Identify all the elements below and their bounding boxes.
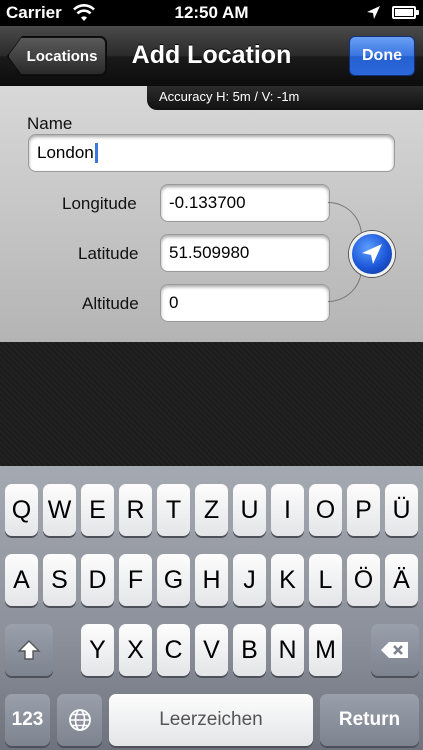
latitude-value: 51.509980 [169,243,250,262]
status-bar: Carrier 12:50 AM [0,0,423,26]
key-4[interactable]: R [119,484,152,536]
backspace-key[interactable] [371,624,419,676]
return-key[interactable]: Return [320,694,419,746]
latitude-input[interactable]: 51.509980 [160,234,330,272]
done-button[interactable]: Done [349,36,415,76]
globe-key[interactable] [57,694,102,746]
key-9[interactable]: L [309,554,342,606]
key-1[interactable]: Q [5,484,38,536]
key-2[interactable]: W [43,484,76,536]
key-9[interactable]: O [309,484,342,536]
name-input[interactable]: London [28,134,395,172]
location-services-icon [367,6,380,19]
name-label: Name [27,114,73,133]
backspace-icon [381,642,408,658]
longitude-value: -0.133700 [169,193,246,212]
longitude-label: Longitude [62,194,137,213]
latitude-label: Latitude [78,244,139,263]
altitude-label: Altitude [82,294,139,313]
key-3[interactable]: D [81,554,114,606]
name-value: London [37,143,94,162]
key-4[interactable]: F [119,554,152,606]
globe-icon [68,709,91,731]
key-6[interactable]: N [271,624,304,676]
key-10[interactable]: P [347,484,380,536]
longitude-input[interactable]: -0.133700 [160,184,330,222]
key-6[interactable]: Z [195,484,228,536]
key-8[interactable]: K [271,554,304,606]
key-5[interactable]: T [157,484,190,536]
altitude-input[interactable]: 0 [160,284,330,322]
space-key[interactable]: Leerzeichen [109,694,313,746]
battery-icon [392,6,419,19]
accuracy-indicator: Accuracy H: 5m / V: -1m [147,86,423,110]
shift-key[interactable] [5,624,53,676]
location-form: Name London Longitude -0.133700 Latitude… [0,86,423,342]
key-7[interactable]: J [233,554,266,606]
clock: 12:50 AM [174,3,249,22]
numbers-key[interactable]: 123 [5,694,50,746]
key-6[interactable]: H [195,554,228,606]
shift-icon [17,640,41,660]
key-5[interactable]: G [157,554,190,606]
keyboard: QWERTZUIOPÜ ASDFGHJKLÖÄ YXCVBNM 123 Leer… [0,466,423,750]
location-arrow-icon [362,244,382,264]
navigation-bar: Locations Add Location Done [0,26,423,86]
altitude-value: 0 [169,293,179,312]
key-1[interactable]: A [5,554,38,606]
key-2[interactable]: X [119,624,152,676]
background-linen [0,342,423,466]
key-11[interactable]: Ä [385,554,418,606]
key-3[interactable]: C [157,624,190,676]
text-cursor [94,143,98,163]
key-11[interactable]: Ü [385,484,418,536]
locate-button[interactable] [349,231,395,277]
key-4[interactable]: V [195,624,228,676]
key-7[interactable]: U [233,484,266,536]
key-3[interactable]: E [81,484,114,536]
key-8[interactable]: I [271,484,304,536]
key-10[interactable]: Ö [347,554,380,606]
key-5[interactable]: B [233,624,266,676]
key-2[interactable]: S [43,554,76,606]
key-7[interactable]: M [309,624,342,676]
key-1[interactable]: Y [81,624,114,676]
